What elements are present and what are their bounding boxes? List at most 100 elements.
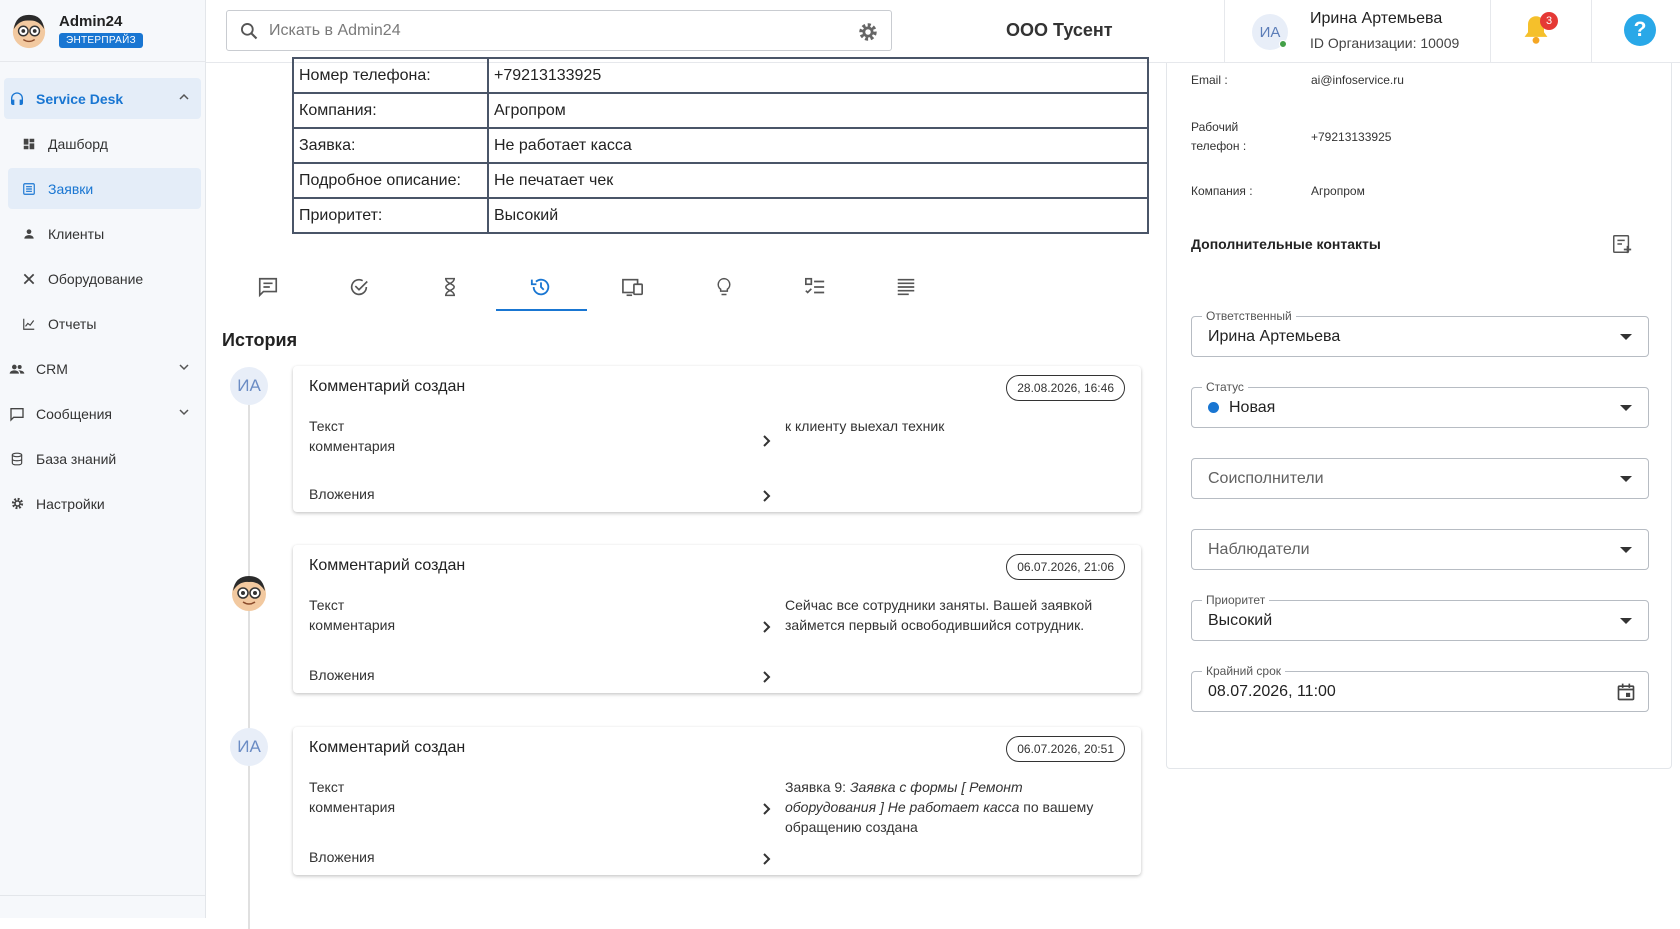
priority-select[interactable]: Приоритет Высокий	[1191, 593, 1649, 641]
tab-history[interactable]	[495, 263, 588, 311]
sidebar-item-label: Оборудование	[48, 270, 144, 287]
attachments-label: Вложения	[309, 667, 375, 683]
label-line: Текст	[309, 418, 345, 434]
comment-text-label: Текст комментария	[309, 416, 395, 456]
sidebar-item-clients[interactable]: Клиенты	[8, 213, 201, 254]
table-cell-label: Подробное описание:	[292, 162, 489, 199]
sidebar-item-messages[interactable]: Сообщения	[4, 393, 201, 434]
timeline-line	[248, 369, 250, 929]
detail-tabs	[222, 263, 952, 311]
tab-devices[interactable]	[587, 263, 678, 311]
check-circle-icon	[350, 278, 368, 296]
tab-ideas[interactable]	[678, 263, 769, 311]
sidebar-item-equipment[interactable]: Оборудование	[8, 258, 201, 299]
divider	[0, 895, 205, 896]
headset-icon	[8, 90, 26, 108]
chevron-up-icon	[179, 93, 189, 100]
message-icon	[8, 405, 26, 423]
dropdown-arrow-icon	[1620, 618, 1632, 624]
author-avatar: ИА	[230, 728, 268, 766]
user-name[interactable]: Ирина Артемьева	[1310, 10, 1442, 28]
sidebar-item-label: Клиенты	[48, 225, 105, 242]
tab-checklist[interactable]	[770, 263, 861, 311]
card-date: 28.08.2026, 16:46	[1006, 375, 1125, 401]
comments-icon	[258, 277, 277, 298]
add-contact-icon[interactable]	[1611, 233, 1633, 255]
card-title: Комментарий создан	[309, 378, 466, 395]
organization-name: ООО Тусент	[1006, 20, 1113, 40]
tab-time[interactable]	[405, 263, 496, 311]
card-title: Комментарий создан	[309, 557, 466, 574]
search-input[interactable]	[269, 21, 829, 40]
label-line: Рабочий	[1191, 120, 1239, 134]
label-line: Текст	[309, 597, 345, 613]
deadline-field[interactable]: Крайний срок 08.07.2026, 11:00	[1191, 664, 1649, 712]
status-dot-icon	[1208, 402, 1219, 413]
history-card: Комментарий создан 06.07.2026, 21:06 Тек…	[293, 545, 1141, 693]
chevron-down-icon	[179, 409, 189, 416]
label-line: комментария	[309, 438, 396, 454]
chevron-right-icon[interactable]	[761, 489, 773, 503]
field-placeholder: Соисполнители	[1208, 469, 1324, 487]
chevron-right-icon[interactable]	[761, 852, 773, 866]
search-box[interactable]	[226, 10, 892, 51]
checklist-icon	[805, 277, 825, 294]
phone-value[interactable]: +79213133925	[1311, 130, 1391, 144]
author-avatar: ИА	[230, 367, 268, 405]
email-label: Email :	[1191, 73, 1228, 87]
sidebar: Admin24 ЭНТЕРПРАЙЗ Service Desk Дашборд …	[0, 0, 206, 918]
tab-comments[interactable]	[222, 263, 313, 311]
sidebar-item-service-desk[interactable]: Service Desk	[4, 78, 201, 119]
company-label: Компания :	[1191, 184, 1253, 198]
field-value: Высокий	[1208, 611, 1273, 629]
email-value[interactable]: ai@infoservice.ru	[1311, 73, 1404, 87]
author-avatar	[232, 576, 266, 611]
ticket-detail: Номер телефона: +79213133925 Компания: Агр…	[206, 57, 1166, 929]
tab-text[interactable]	[861, 263, 952, 311]
responsible-select[interactable]: Ответственный Ирина Артемьева	[1191, 309, 1649, 357]
dropdown-arrow-icon	[1620, 476, 1632, 482]
online-indicator	[1279, 40, 1287, 48]
brand-avatar[interactable]	[10, 12, 48, 50]
chevron-right-icon[interactable]	[761, 670, 773, 684]
divider	[1490, 0, 1491, 63]
sidebar-item-tickets[interactable]: Заявки	[8, 168, 201, 209]
chevron-right-icon[interactable]	[761, 802, 773, 816]
chevron-right-icon[interactable]	[761, 620, 773, 634]
table-cell-label: Заявка:	[292, 127, 489, 164]
chevron-down-icon	[179, 364, 189, 371]
search-settings-icon[interactable]	[857, 21, 879, 43]
chevron-right-icon[interactable]	[761, 434, 773, 448]
search-icon	[241, 22, 258, 39]
help-button[interactable]: ?	[1624, 14, 1656, 46]
sidebar-item-label: Отчеты	[48, 315, 97, 332]
calendar-icon[interactable]	[1616, 682, 1636, 702]
observers-select[interactable]: Наблюдатели	[1191, 529, 1649, 570]
status-select[interactable]: Статус Новая	[1191, 380, 1649, 428]
table-cell-value: +79213133925	[487, 57, 1149, 94]
sidebar-item-settings[interactable]: Настройки	[4, 483, 201, 524]
text-part: Заявка 9:	[785, 779, 850, 795]
table-cell-label: Номер телефона:	[292, 57, 489, 94]
sidebar-item-reports[interactable]: Отчеты	[8, 303, 201, 344]
sidebar-item-label: Сообщения	[36, 405, 112, 422]
card-title: Комментарий создан	[309, 739, 466, 756]
label-line: комментария	[309, 617, 396, 633]
devices-icon	[621, 278, 643, 297]
field-value: 08.07.2026, 11:00	[1208, 682, 1336, 700]
list-icon	[20, 180, 38, 198]
divider	[1591, 0, 1592, 63]
table-cell-value: Не печатает чек	[487, 162, 1149, 199]
sidebar-item-dashboard[interactable]: Дашборд	[8, 123, 201, 164]
comment-text-label: Текст комментария	[309, 595, 395, 635]
attachments-label: Вложения	[309, 849, 375, 865]
label-line: телефон :	[1191, 139, 1247, 153]
history-card: Комментарий создан 28.08.2026, 16:46 Тек…	[293, 366, 1141, 512]
dropdown-arrow-icon	[1620, 405, 1632, 411]
sidebar-item-label: CRM	[36, 360, 68, 377]
sidebar-item-crm[interactable]: CRM	[4, 348, 201, 389]
sidebar-item-knowledge-base[interactable]: База знаний	[4, 438, 201, 479]
tab-done[interactable]	[313, 263, 404, 311]
plan-badge: ЭНТЕРПРАЙЗ	[59, 33, 143, 48]
coexecutors-select[interactable]: Соисполнители	[1191, 458, 1649, 499]
